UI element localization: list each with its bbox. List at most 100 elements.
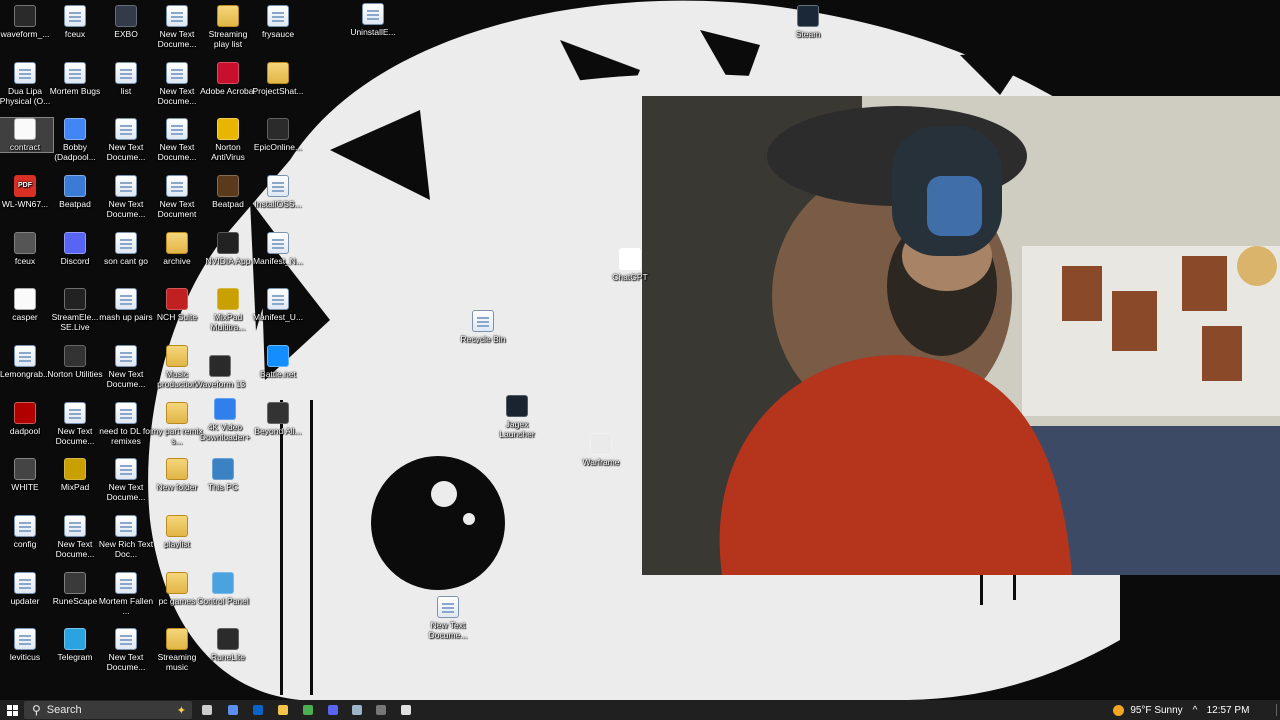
desktop-icon-label: WHITE	[11, 482, 39, 492]
config-file-icon	[14, 515, 36, 537]
desktop-icon[interactable]: Control Panel	[195, 572, 251, 606]
desktop-icon[interactable]: UninstallE...	[345, 3, 401, 37]
desktop-icon[interactable]: New Text Docume...	[47, 515, 103, 559]
desktop-icon[interactable]: New Text Docume...	[98, 118, 154, 162]
desktop-icon[interactable]: WHITE	[0, 458, 53, 492]
desktop-icon-label: ProjectShat...	[252, 86, 304, 96]
taskbar-app-button[interactable]	[370, 700, 392, 720]
desktop-icon[interactable]: dadpool	[0, 402, 53, 436]
desktop-icon[interactable]: Jagex Launcher	[489, 395, 545, 439]
desktop-icon[interactable]: fceux	[0, 232, 53, 266]
cat-icon	[14, 458, 36, 480]
weather-widget[interactable]: 95°F Sunny	[1108, 700, 1188, 720]
desktop-icon[interactable]: Dua Lipa Physical (O...	[0, 62, 53, 106]
desktop-icon[interactable]: 4K Video Downloader+	[197, 398, 253, 442]
desktop-icon[interactable]: Battle.net	[250, 345, 306, 379]
taskbar-app-button[interactable]	[322, 700, 344, 720]
desktop-icon[interactable]: New Text Docume...	[47, 402, 103, 446]
desktop-icon[interactable]: Beyond All...	[250, 402, 306, 436]
desktop-icon[interactable]: Recycle Bin	[455, 310, 511, 344]
desktop-icon[interactable]: mash up pairs	[98, 288, 154, 322]
desktop-icon[interactable]: Adobe Acrobat	[200, 62, 256, 96]
chatgpt-icon	[619, 248, 641, 270]
desktop-icon[interactable]: Steam	[780, 5, 836, 39]
desktop-icon[interactable]: Norton Utilities	[47, 345, 103, 379]
desktop-icon[interactable]: New Text Docume...	[149, 62, 205, 106]
desktop-icon[interactable]: New Rich Text Doc...	[98, 515, 154, 559]
clock[interactable]: 12:57 PM	[1205, 700, 1251, 720]
desktop-icon[interactable]: Norton AntiVirus	[200, 118, 256, 162]
desktop-icon[interactable]: StreamEle... SE.Live	[47, 288, 103, 332]
desktop-icon[interactable]: son cant go	[98, 232, 154, 266]
taskbar-search-box[interactable]: ⚲ Search ✦	[24, 701, 192, 719]
desktop-icon[interactable]: list	[98, 62, 154, 96]
downloader-icon	[214, 398, 236, 420]
desktop-icon[interactable]: archive	[149, 232, 205, 266]
desktop-icon[interactable]: Warframe	[573, 433, 629, 467]
taskbar-app-button[interactable]	[196, 700, 218, 720]
tray-overflow-chevron[interactable]: ^	[1188, 700, 1202, 720]
folder-icon	[166, 345, 188, 367]
taskbar-app-button[interactable]	[395, 700, 417, 720]
desktop-icon[interactable]: PDF WL-WN67...	[0, 175, 53, 209]
desktop-icon[interactable]: ProjectShat...	[250, 62, 306, 96]
desktop-icon[interactable]: NCH Suite	[149, 288, 205, 322]
desktop-icon[interactable]: RuneLite	[200, 628, 256, 662]
desktop-icon[interactable]: contract	[0, 117, 54, 153]
desktop-icon-label: dadpool	[9, 426, 41, 436]
app-icon	[115, 5, 137, 27]
desktop-icon-label: StreamEle... SE.Live	[51, 312, 99, 332]
desktop-icon[interactable]: This PC	[195, 458, 251, 492]
start-button[interactable]	[0, 700, 24, 720]
desktop-icon[interactable]: Mortem Bugs	[47, 62, 103, 96]
desktop-icon[interactable]: waveform_...	[0, 5, 53, 39]
desktop-icon[interactable]: Manifest_U...	[250, 288, 306, 322]
outlook-icon	[253, 705, 263, 715]
desktop-icon[interactable]: EpicOnline...	[250, 118, 306, 152]
desktop-icon[interactable]: MixPad Multitra...	[200, 288, 256, 332]
desktop-icon[interactable]: New Text Docume...	[149, 5, 205, 49]
desktop-icon[interactable]: config	[0, 515, 53, 549]
desktop-icon[interactable]: Lemongrab...	[0, 345, 53, 379]
show-desktop-button[interactable]	[1272, 700, 1280, 720]
desktop-icon[interactable]: MixPad	[47, 458, 103, 492]
desktop-icon[interactable]: Streaming play list	[200, 5, 256, 49]
desktop-icon[interactable]: New Text Docume...	[149, 118, 205, 162]
desktop-icon[interactable]: Manifest_N...	[250, 232, 306, 266]
desktop-icon[interactable]: NVIDIA App	[200, 232, 256, 266]
desktop-icon[interactable]: ChatGPT	[602, 248, 658, 282]
search-highlight-icon: ✦	[176, 704, 186, 717]
folder-icon	[166, 458, 188, 480]
desktop-icon[interactable]: Beatpad	[200, 175, 256, 209]
desktop-icon[interactable]: InstallOSS...	[250, 175, 306, 209]
desktop-icon[interactable]: playlist	[149, 515, 205, 549]
desktop-icon[interactable]: leviticus	[0, 628, 53, 662]
taskbar-app-button[interactable]	[247, 700, 269, 720]
desktop-icon[interactable]: updater	[0, 572, 53, 606]
desktop-icon[interactable]: casper	[0, 288, 53, 322]
desktop-icon[interactable]: New Text Docume...	[98, 345, 154, 389]
desktop-icon[interactable]: New Text Docume...	[420, 596, 476, 640]
desktop-icon[interactable]: RuneScape	[47, 572, 103, 606]
desktop-icon[interactable]: New Text Docume...	[98, 458, 154, 502]
desktop-icon[interactable]: Discord	[47, 232, 103, 266]
desktop-icon[interactable]: Beatpad	[47, 175, 103, 209]
desktop-icon[interactable]: Mortem Fallen ...	[98, 572, 154, 616]
desktop-icon[interactable]: need to DL for remixes	[98, 402, 154, 446]
taskbar-app-button[interactable]	[272, 700, 294, 720]
taskbar-app-button[interactable]	[297, 700, 319, 720]
desktop-icon[interactable]: fceux	[47, 5, 103, 39]
desktop-icon[interactable]: Waveform 13	[192, 355, 248, 389]
desktop-icon[interactable]: Streaming music	[149, 628, 205, 672]
desktop-icon[interactable]: New Text Docume...	[98, 628, 154, 672]
desktop-icon[interactable]: New Text Document	[149, 175, 205, 219]
taskbar-app-button[interactable]	[346, 700, 368, 720]
taskbar-app-button[interactable]	[222, 700, 244, 720]
desktop-icon[interactable]: New Text Docume...	[98, 175, 154, 219]
desktop-icon-label: casper	[12, 312, 38, 322]
desktop-icon[interactable]: Telegram	[47, 628, 103, 662]
audio-file-icon	[14, 345, 36, 367]
desktop-icon[interactable]: frysauce	[250, 5, 306, 39]
desktop-icon[interactable]: EXBO	[98, 5, 154, 39]
desktop-icon[interactable]: Bobby (Dadpool...	[47, 118, 103, 162]
